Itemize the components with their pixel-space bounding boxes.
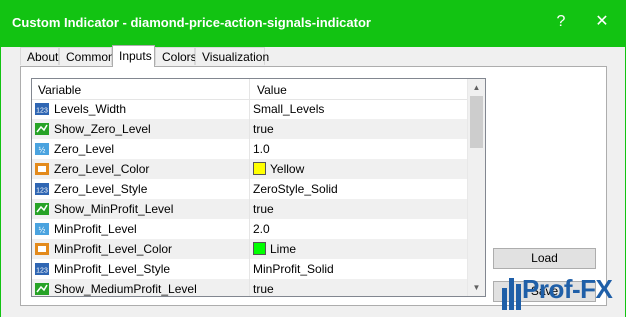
- close-icon[interactable]: ✕: [590, 10, 614, 34]
- bool-icon: [35, 203, 49, 215]
- row-separator: [249, 199, 250, 219]
- tab-colors[interactable]: Colors: [155, 47, 197, 65]
- header-value[interactable]: Value: [257, 83, 287, 97]
- variable-value[interactable]: true: [253, 202, 274, 216]
- table-row[interactable]: Zero_Level_Color Yellow: [32, 159, 469, 179]
- table-row[interactable]: Show_Zero_Level true: [32, 119, 469, 139]
- variable-name: Show_MediumProfit_Level: [54, 282, 197, 296]
- inputs-grid: Variable Value 123 Levels_Width Small_Le…: [31, 78, 486, 297]
- enum-icon: 123: [35, 103, 49, 115]
- row-separator: [249, 279, 250, 296]
- row-separator: [249, 99, 250, 119]
- variable-value[interactable]: 2.0: [253, 222, 270, 236]
- variable-name: MinProfit_Level: [54, 222, 137, 236]
- row-separator: [249, 119, 250, 139]
- tab-common[interactable]: Common: [59, 47, 115, 65]
- load-button[interactable]: Load: [493, 248, 596, 269]
- variable-value[interactable]: Yellow: [253, 162, 304, 176]
- row-separator: [249, 139, 250, 159]
- color-name: Lime: [270, 242, 297, 256]
- svg-text:123: 123: [36, 268, 48, 275]
- table-row[interactable]: ½ MinProfit_Level 2.0: [32, 219, 469, 239]
- color-icon: [35, 243, 49, 255]
- row-separator: [249, 159, 250, 179]
- variable-name: Zero_Level_Color: [54, 162, 150, 176]
- tab-about[interactable]: About: [20, 47, 59, 65]
- prof-fx-logo: Prof-FX: [500, 272, 622, 312]
- bool-icon: [35, 283, 49, 295]
- variable-name: MinProfit_Level_Style: [54, 262, 171, 276]
- table-row[interactable]: Show_MinProfit_Level true: [32, 199, 469, 219]
- variable-value[interactable]: ZeroStyle_Solid: [253, 182, 338, 196]
- svg-text:123: 123: [36, 108, 48, 115]
- logo-bars-icon: [502, 278, 521, 310]
- header-variable[interactable]: Variable: [38, 83, 81, 97]
- table-row[interactable]: 123 Zero_Level_Style ZeroStyle_Solid: [32, 179, 469, 199]
- help-icon[interactable]: ?: [549, 10, 573, 34]
- bool-icon: [35, 123, 49, 135]
- variable-name: Zero_Level_Style: [54, 182, 148, 196]
- variable-value[interactable]: 1.0: [253, 142, 270, 156]
- inputs-panel: Variable Value 123 Levels_Width Small_Le…: [20, 66, 607, 306]
- table-row[interactable]: 123 Levels_Width Small_Levels: [32, 99, 469, 119]
- svg-text:½: ½: [39, 226, 46, 235]
- color-icon: [35, 163, 49, 175]
- row-separator: [249, 239, 250, 259]
- variable-value[interactable]: Lime: [253, 242, 296, 256]
- table-row[interactable]: ½ Zero_Level 1.0: [32, 139, 469, 159]
- scroll-down-icon[interactable]: ▼: [468, 279, 485, 296]
- vertical-scrollbar[interactable]: ▲ ▼: [467, 79, 485, 296]
- table-row[interactable]: MinProfit_Level_Color Lime: [32, 239, 469, 259]
- color-swatch: [253, 162, 266, 175]
- variable-name: Show_MinProfit_Level: [54, 202, 174, 216]
- row-separator: [249, 259, 250, 279]
- variable-value[interactable]: true: [253, 282, 274, 296]
- scroll-up-icon[interactable]: ▲: [468, 79, 485, 96]
- tab-inputs[interactable]: Inputs: [112, 45, 155, 67]
- svg-text:123: 123: [36, 188, 48, 195]
- double-icon: ½: [35, 223, 49, 235]
- window-title: Custom Indicator - diamond-price-action-…: [12, 15, 371, 30]
- variable-value[interactable]: true: [253, 122, 274, 136]
- variable-name: Show_Zero_Level: [54, 122, 151, 136]
- grid-header: Variable Value: [32, 79, 469, 100]
- variable-name: Zero_Level: [54, 142, 115, 156]
- double-icon: ½: [35, 143, 49, 155]
- variable-name: Levels_Width: [54, 102, 127, 116]
- row-separator: [249, 219, 250, 239]
- table-row[interactable]: Show_MediumProfit_Level true: [32, 279, 469, 296]
- enum-icon: 123: [35, 183, 49, 195]
- color-swatch: [253, 242, 266, 255]
- scroll-thumb[interactable]: [470, 96, 483, 148]
- color-name: Yellow: [270, 162, 305, 176]
- logo-text: Prof-FX: [522, 274, 613, 304]
- enum-icon: 123: [35, 263, 49, 275]
- title-bar: Custom Indicator - diamond-price-action-…: [0, 0, 626, 47]
- variable-value[interactable]: MinProfit_Solid: [253, 262, 334, 276]
- svg-text:½: ½: [39, 146, 46, 155]
- row-separator: [249, 179, 250, 199]
- column-separator[interactable]: [249, 79, 250, 99]
- table-row[interactable]: 123 MinProfit_Level_Style MinProfit_Soli…: [32, 259, 469, 279]
- variable-name: MinProfit_Level_Color: [54, 242, 173, 256]
- tab-visualization[interactable]: Visualization: [195, 47, 269, 65]
- variable-value[interactable]: Small_Levels: [253, 102, 324, 116]
